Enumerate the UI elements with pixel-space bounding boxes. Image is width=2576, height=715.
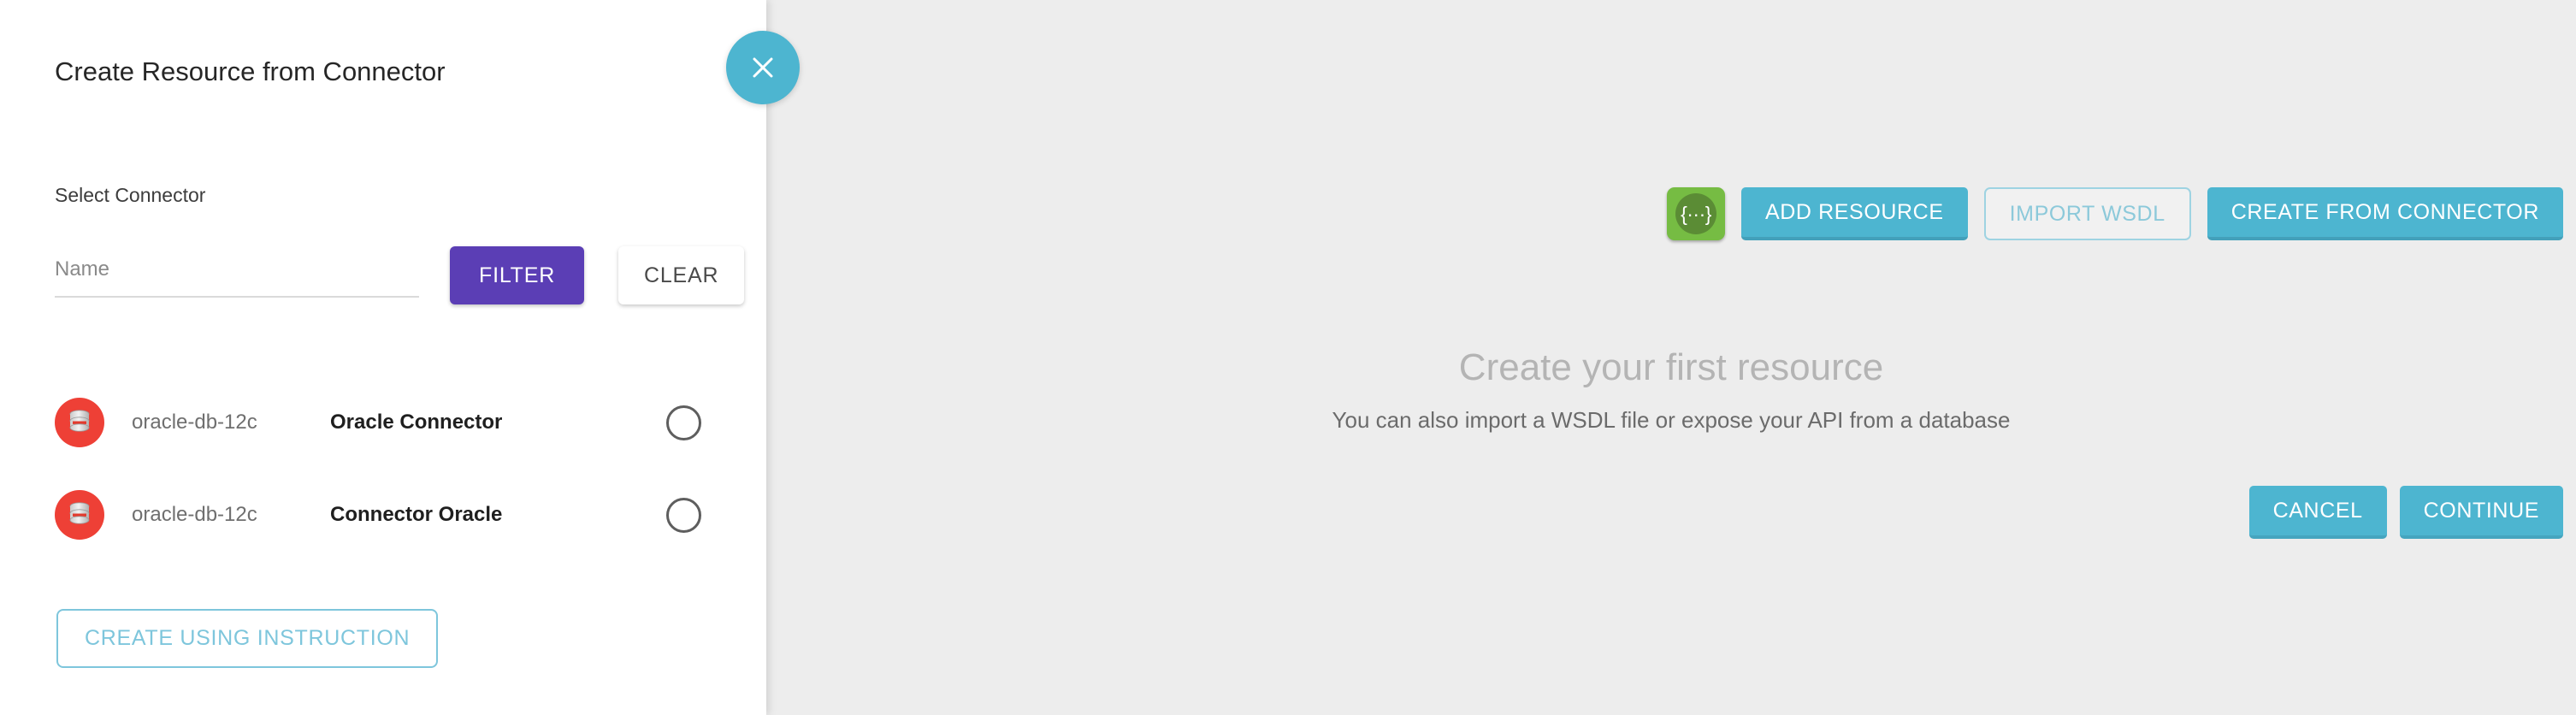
json-view-button[interactable]: {···}: [1666, 187, 1725, 240]
cancel-button[interactable]: CANCEL: [2248, 486, 2387, 539]
connector-radio-button[interactable]: [666, 405, 701, 440]
connector-id: oracle-db-12c: [132, 411, 257, 434]
connector-avatar: [55, 490, 104, 540]
connector-id: oracle-db-12c: [132, 503, 257, 526]
add-resource-button[interactable]: ADD RESOURCE: [1740, 187, 1968, 240]
main-content-area: {···} ADD RESOURCE IMPORT WSDL CREATE FR…: [766, 0, 2576, 715]
main-footer-actions: CANCEL CONTINUE: [2248, 486, 2563, 539]
connector-list: oracle-db-12c Oracle Connector oracle-db-1…: [55, 376, 730, 561]
empty-state-subtitle: You can also import a WSDL file or expos…: [1332, 407, 2011, 434]
select-connector-label: Select Connector: [55, 184, 206, 206]
app-root: {···} ADD RESOURCE IMPORT WSDL CREATE FR…: [0, 0, 2576, 715]
continue-button[interactable]: CONTINUE: [2399, 486, 2563, 539]
close-drawer-button[interactable]: [726, 31, 800, 104]
connector-row[interactable]: oracle-db-12c Connector Oracle: [55, 469, 730, 561]
database-icon: [69, 502, 90, 524]
clear-button[interactable]: CLEAR: [618, 246, 745, 304]
close-icon: [753, 57, 773, 78]
empty-state-title: Create your first resource: [1458, 346, 1884, 388]
filter-button[interactable]: FILTER: [450, 246, 585, 304]
empty-state: Create your first resource You can also …: [766, 346, 2576, 434]
create-using-instruction-button[interactable]: CREATE USING INSTRUCTION: [56, 609, 439, 668]
connector-radio-button[interactable]: [666, 497, 701, 533]
connector-name: Connector Oracle: [330, 503, 503, 526]
connector-row[interactable]: oracle-db-12c Oracle Connector: [55, 376, 730, 469]
database-icon: [69, 410, 90, 432]
main-toolbar: {···} ADD RESOURCE IMPORT WSDL CREATE FR…: [1666, 187, 2563, 240]
create-from-connector-button[interactable]: CREATE FROM CONNECTOR: [2207, 187, 2563, 240]
connector-name-input[interactable]: [55, 251, 419, 298]
page-title: Create Resource from Connector: [55, 56, 446, 86]
connector-filter-row: FILTER CLEAR: [55, 246, 745, 311]
create-resource-drawer: Create Resource from Connector Select Co…: [0, 0, 766, 715]
connector-name: Oracle Connector: [330, 411, 503, 434]
curly-braces-icon: {···}: [1675, 193, 1716, 234]
import-wsdl-button[interactable]: IMPORT WSDL: [1983, 187, 2191, 240]
connector-avatar: [55, 398, 104, 447]
